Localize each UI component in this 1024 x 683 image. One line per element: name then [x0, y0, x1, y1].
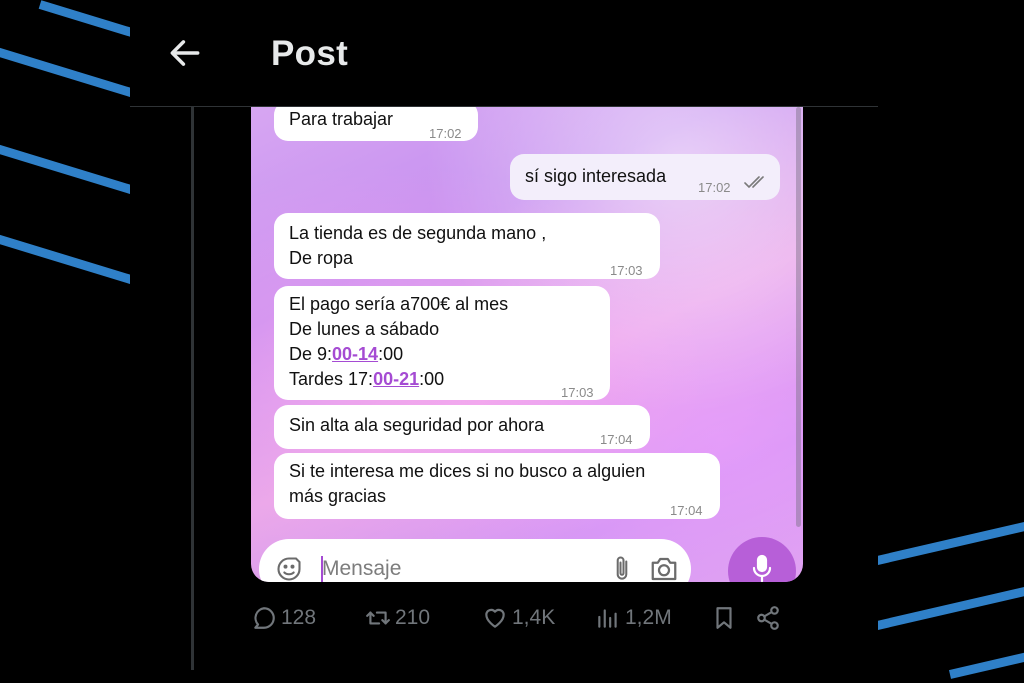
message-text: El pago sería a700€ al mes	[289, 294, 509, 314]
reply-button[interactable]: 128	[251, 598, 316, 638]
like-count: 1,4K	[512, 606, 556, 629]
message-time: 17:04	[600, 432, 633, 447]
message-text: Sin alta ala seguridad por ahora	[289, 415, 545, 435]
bookmark-icon	[716, 607, 732, 629]
message-input[interactable]: Mensaje	[322, 557, 401, 581]
message-text: sí sigo interesada	[525, 166, 667, 186]
post-header: Post	[130, 0, 878, 107]
double-check-icon	[744, 176, 764, 189]
post-view: Post Para trabajar 17:02 sí sigo interes…	[130, 0, 878, 683]
view-count: 1,2M	[625, 606, 672, 629]
decorative-stripe	[858, 584, 1024, 634]
decorative-stripe	[858, 519, 1024, 569]
message-text: Para trabajar	[289, 109, 394, 129]
phone-link[interactable]: 00-14	[332, 344, 378, 364]
message-time: 17:04	[670, 503, 703, 518]
message-time: 17:02	[698, 180, 731, 195]
reply-count: 128	[281, 606, 317, 629]
microphone-button[interactable]	[728, 537, 796, 582]
phone-link[interactable]: 00-21	[373, 369, 419, 389]
analytics-icon	[598, 609, 617, 628]
schedule-afternoon: Tardes 17:00-21:00	[289, 369, 445, 389]
message-input-bar[interactable]: Mensaje	[259, 539, 691, 582]
chat-message-outgoing: sí sigo interesada 17:02	[510, 154, 780, 200]
decorative-stripe	[0, 142, 135, 195]
chat-message: La tienda es de segunda mano , De ropa 1…	[274, 213, 660, 279]
reply-icon	[254, 607, 275, 629]
post-actions: 128 210 1,4K 1,2M	[251, 598, 811, 638]
camera-icon[interactable]	[649, 555, 679, 582]
repost-icon	[366, 611, 390, 625]
chat-screenshot: Para trabajar 17:02 sí sigo interesada 1…	[251, 107, 803, 582]
heart-icon	[485, 608, 505, 628]
decorative-stripe	[0, 232, 135, 285]
message-time: 17:02	[429, 126, 462, 141]
message-text: De lunes a sábado	[289, 319, 440, 339]
repost-count: 210	[395, 606, 431, 629]
chat-message: Para trabajar 17:02	[274, 107, 478, 141]
schedule-morning: De 9:00-14:00	[289, 344, 404, 364]
message-text: más gracias	[289, 486, 387, 506]
message-time: 17:03	[561, 385, 594, 400]
like-button[interactable]: 1,4K	[482, 598, 555, 638]
decorative-stripe	[948, 647, 1024, 679]
sticker-icon[interactable]	[275, 555, 303, 582]
page-title: Post	[271, 34, 349, 73]
share-button[interactable]	[755, 598, 785, 638]
paperclip-icon[interactable]	[609, 554, 635, 582]
chat-message: Sin alta ala seguridad por ahora 17:04	[274, 405, 650, 449]
message-text: Si te interesa me dices si no busco a al…	[289, 461, 646, 481]
scrollbar	[796, 107, 801, 527]
repost-button[interactable]: 210	[365, 598, 430, 638]
message-text: De ropa	[289, 248, 354, 268]
thread-line	[191, 107, 194, 670]
bookmark-button[interactable]	[711, 598, 741, 638]
message-text: La tienda es de segunda mano ,	[289, 223, 547, 243]
share-icon	[757, 606, 779, 630]
message-time: 17:03	[610, 263, 643, 278]
chat-message: Si te interesa me dices si no busco a al…	[274, 453, 720, 519]
arrow-left-icon[interactable]	[166, 34, 204, 72]
microphone-icon	[752, 554, 772, 582]
decorative-stripe	[0, 45, 135, 98]
views-button[interactable]: 1,2M	[595, 598, 672, 638]
chat-message: El pago sería a700€ al mes De lunes a sá…	[274, 286, 610, 400]
decorative-stripe	[38, 0, 137, 39]
